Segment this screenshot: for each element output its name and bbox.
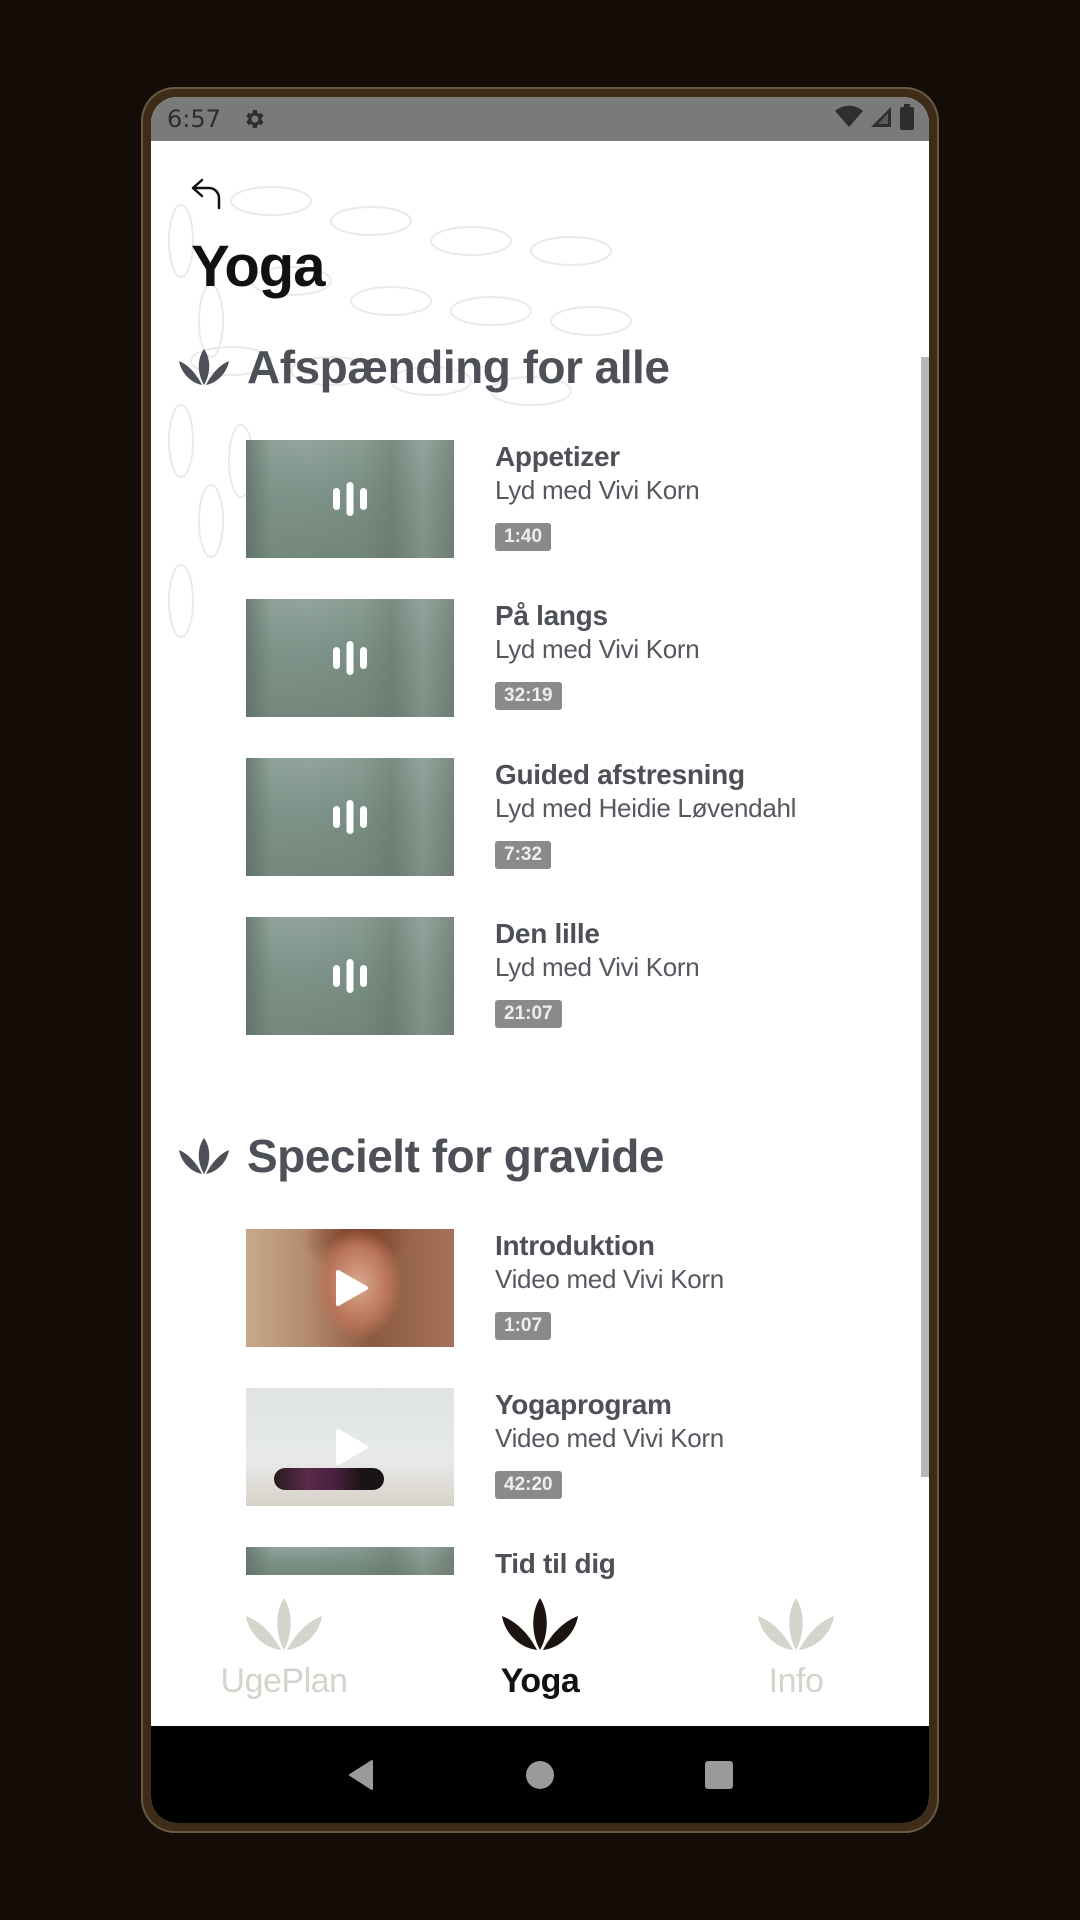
triangle-back-icon <box>348 1759 373 1790</box>
audio-wave-icon <box>333 482 367 516</box>
wifi-icon <box>835 105 863 134</box>
scrollbar[interactable] <box>921 357 929 1477</box>
circle-home-icon <box>525 1760 554 1789</box>
duration-badge: 21:07 <box>495 1000 562 1028</box>
item-thumbnail <box>246 599 454 717</box>
audio-wave-icon <box>333 959 367 993</box>
nav-home-button[interactable] <box>510 1745 570 1805</box>
back-button[interactable] <box>187 175 227 215</box>
item-subtitle: Lyd med Vivi Korn <box>495 475 700 505</box>
tab-ugeplan[interactable]: UgePlan <box>209 1592 359 1726</box>
item-title: Den lille <box>495 918 600 949</box>
nav-back-button[interactable] <box>331 1745 391 1805</box>
tab-label: UgePlan <box>220 1662 348 1700</box>
nav-recents-button[interactable] <box>689 1745 749 1805</box>
list-item[interactable]: Yogaprogram Video med Vivi Korn 42:20 <box>246 1388 846 1506</box>
item-subtitle: Lyd med Heidie Løvendahl <box>495 793 797 823</box>
tab-label: Info <box>768 1662 824 1700</box>
system-nav-bar <box>151 1726 929 1823</box>
item-thumbnail <box>246 917 454 1035</box>
section-title: Afspænding for alle <box>247 341 670 393</box>
item-thumbnail <box>246 758 454 876</box>
play-icon <box>336 1270 368 1306</box>
item-subtitle: Lyd med Vivi Korn <box>495 952 700 982</box>
square-recents-icon <box>705 1760 734 1789</box>
status-time: 6:57 <box>167 105 221 133</box>
list-item[interactable]: Appetizer Lyd med Vivi Korn 1:40 <box>246 440 846 558</box>
item-title: Guided afstresning <box>495 759 745 790</box>
tab-label: Yoga <box>500 1662 580 1700</box>
lotus-icon <box>246 1598 322 1650</box>
duration-badge: 7:32 <box>495 841 552 869</box>
gear-icon <box>241 106 267 132</box>
item-title: Tid til dig <box>495 1548 616 1579</box>
bottom-tab-bar: UgePlan Yoga Info <box>151 1592 929 1726</box>
item-thumbnail <box>246 1229 454 1347</box>
duration-badge: 32:19 <box>495 682 562 710</box>
item-subtitle: Lyd med Vivi Korn <box>495 634 700 664</box>
list-item[interactable]: Tid til dig <box>246 1547 846 1592</box>
section-title: Specielt for gravide <box>247 1130 664 1182</box>
item-subtitle: Video med Vivi Korn <box>495 1423 724 1453</box>
list-item[interactable]: Introduktion Video med Vivi Korn 1:07 <box>246 1229 846 1347</box>
tab-info[interactable]: Info <box>721 1592 871 1726</box>
tab-yoga[interactable]: Yoga <box>465 1592 615 1726</box>
item-subtitle: Video med Vivi Korn <box>495 1264 724 1294</box>
lotus-icon <box>179 1138 229 1174</box>
duration-badge: 1:07 <box>495 1312 552 1340</box>
item-title: På langs <box>495 600 608 631</box>
cell-signal-icon <box>869 105 893 134</box>
content-area: Yoga Afspænding for alle Appetizer Lyd m… <box>151 141 929 1592</box>
item-title: Yogaprogram <box>495 1389 672 1420</box>
status-bar: 6:57 <box>151 97 929 141</box>
lotus-icon <box>179 349 229 385</box>
lotus-icon <box>758 1598 834 1650</box>
list-item[interactable]: Guided afstresning Lyd med Heidie Løvend… <box>246 758 846 876</box>
section-header-gravide: Specielt for gravide <box>177 1129 664 1183</box>
play-icon <box>336 1429 368 1465</box>
item-thumbnail <box>246 1388 454 1506</box>
item-thumbnail <box>246 1547 454 1575</box>
phone-screen: 6:57 Yoga Afspænding for alle Appetizer … <box>151 97 929 1823</box>
section-header-afspaending: Afspænding for alle <box>177 340 670 394</box>
list-item[interactable]: Den lille Lyd med Vivi Korn 21:07 <box>246 917 846 1035</box>
list-item[interactable]: På langs Lyd med Vivi Korn 32:19 <box>246 599 846 717</box>
battery-icon <box>899 103 915 135</box>
duration-badge: 42:20 <box>495 1471 562 1499</box>
duration-badge: 1:40 <box>495 523 552 551</box>
lotus-icon <box>502 1598 578 1650</box>
audio-wave-icon <box>333 641 367 675</box>
item-title: Introduktion <box>495 1230 655 1261</box>
back-arrow-icon <box>189 176 225 215</box>
item-thumbnail <box>246 440 454 558</box>
audio-wave-icon <box>333 800 367 834</box>
item-title: Appetizer <box>495 441 620 472</box>
page-title: Yoga <box>191 234 325 299</box>
